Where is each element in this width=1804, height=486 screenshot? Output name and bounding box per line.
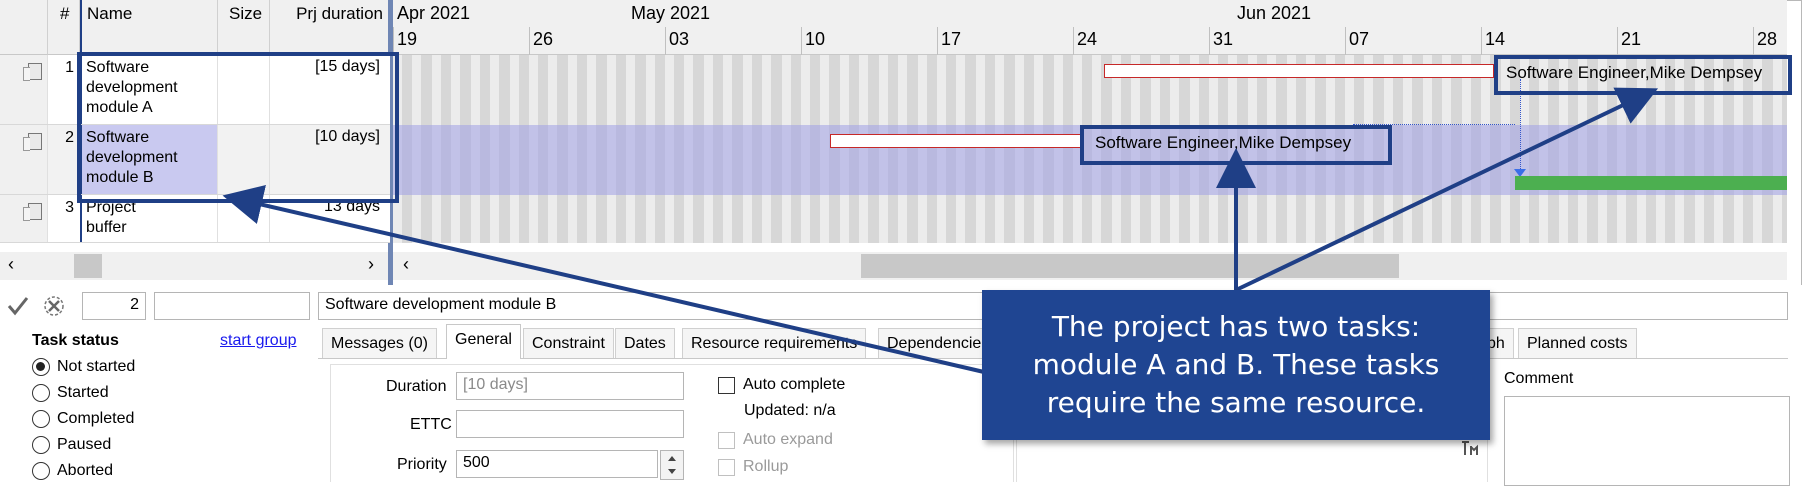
callout-arrows <box>222 87 1659 374</box>
annotation-callout: The project has two tasks: module A and … <box>982 290 1490 440</box>
arrow-to-task-names <box>222 185 985 374</box>
arrow-to-resource-a <box>1235 87 1659 292</box>
